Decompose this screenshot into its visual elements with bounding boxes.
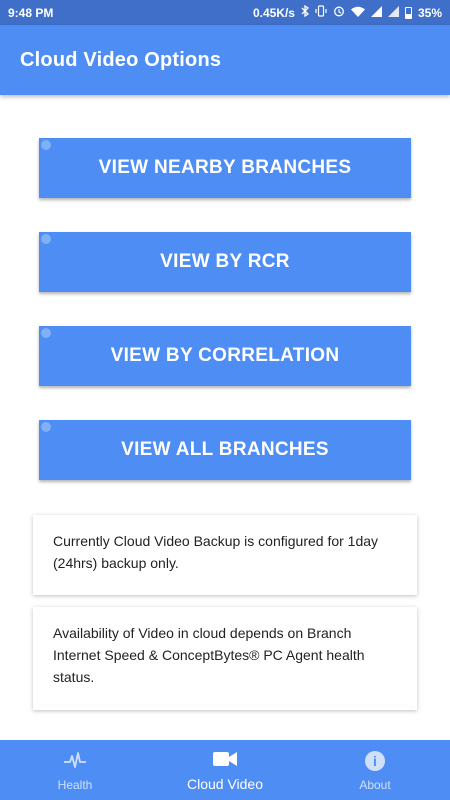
view-by-correlation-button[interactable]: VIEW BY CORRELATION bbox=[39, 326, 411, 386]
nav-item-cloud-video[interactable]: Cloud Video bbox=[150, 740, 300, 800]
bottom-navigation: Health Cloud Video i About bbox=[0, 740, 450, 800]
button-label: VIEW NEARBY BRANCHES bbox=[98, 157, 352, 178]
view-all-branches-button[interactable]: VIEW ALL BRANCHES bbox=[39, 420, 411, 480]
battery-icon bbox=[404, 6, 412, 19]
backup-info-text: Currently Cloud Video Backup is configur… bbox=[53, 533, 379, 571]
vibrate-icon bbox=[315, 5, 327, 20]
main-content: VIEW NEARBY BRANCHES VIEW BY RCR VIEW BY… bbox=[0, 95, 450, 740]
info-icon: i bbox=[365, 748, 385, 774]
button-label: VIEW ALL BRANCHES bbox=[121, 439, 329, 460]
app-bar: Cloud Video Options bbox=[0, 25, 450, 95]
status-bar: 9:48 PM 0.45K/s 35% bbox=[0, 0, 450, 25]
page-title: Cloud Video Options bbox=[20, 48, 222, 71]
view-by-rcr-button[interactable]: VIEW BY RCR bbox=[39, 232, 411, 292]
wifi-icon bbox=[350, 6, 365, 20]
ripple-dot bbox=[41, 234, 51, 244]
nav-label-about: About bbox=[359, 778, 391, 792]
ripple-dot bbox=[41, 140, 51, 150]
button-label: VIEW BY CORRELATION bbox=[110, 345, 340, 366]
network-speed: 0.45K/s bbox=[252, 5, 295, 20]
status-icons: 0.45K/s 35% bbox=[252, 4, 442, 20]
button-label: VIEW BY RCR bbox=[160, 251, 290, 272]
availability-info-text: Availability of Video in cloud depends o… bbox=[53, 625, 365, 685]
bluetooth-icon bbox=[301, 4, 309, 20]
nav-label-cloud-video: Cloud Video bbox=[186, 776, 264, 792]
signal-icon bbox=[370, 5, 382, 20]
nav-item-health[interactable]: Health bbox=[0, 740, 150, 800]
video-camera-icon bbox=[212, 746, 238, 772]
battery-level: 35% bbox=[417, 5, 442, 20]
nav-item-about[interactable]: i About bbox=[300, 740, 450, 800]
heartbeat-icon bbox=[63, 748, 87, 774]
backup-info-card: Currently Cloud Video Backup is configur… bbox=[33, 515, 417, 595]
nav-label-health: Health bbox=[57, 778, 93, 792]
signal-icon bbox=[387, 5, 399, 20]
availability-info-card: Availability of Video in cloud depends o… bbox=[33, 607, 417, 710]
view-nearby-branches-button[interactable]: VIEW NEARBY BRANCHES bbox=[39, 138, 411, 198]
ripple-dot bbox=[41, 328, 51, 338]
ripple-dot bbox=[41, 422, 51, 432]
status-time: 9:48 PM bbox=[8, 5, 54, 20]
alarm-icon bbox=[333, 5, 345, 20]
